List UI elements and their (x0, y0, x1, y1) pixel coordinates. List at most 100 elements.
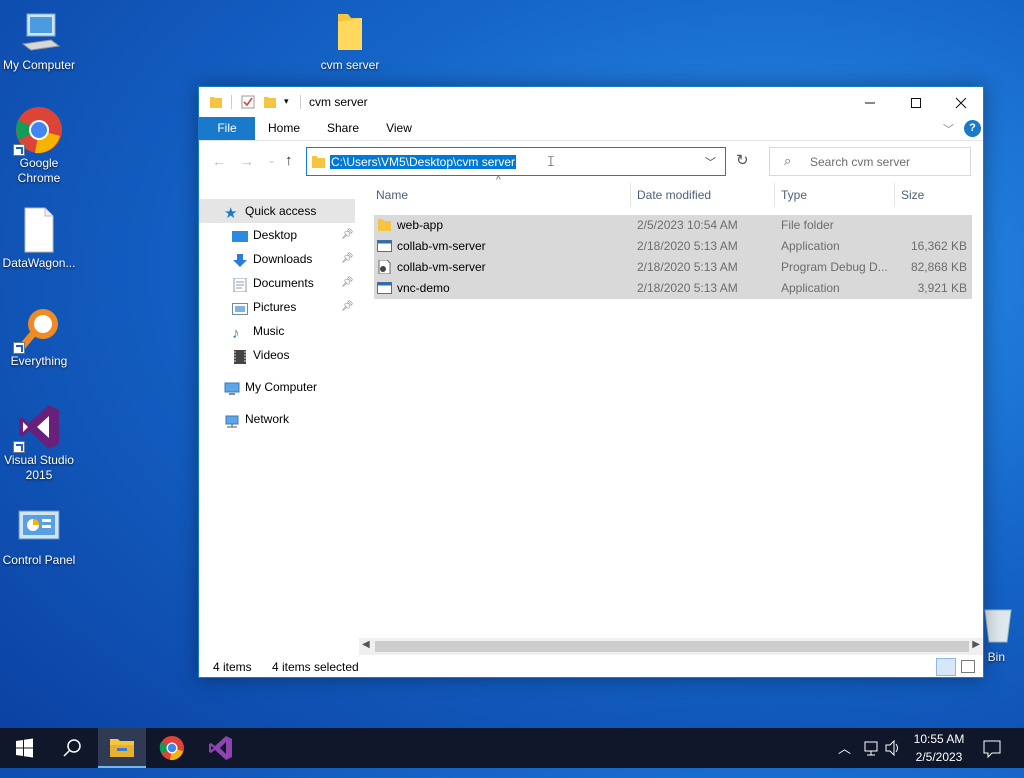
properties-icon[interactable] (241, 95, 255, 112)
download-arrow-icon (232, 252, 248, 267)
network-icon[interactable] (862, 728, 880, 768)
recent-locations-icon[interactable]: ⌄ (268, 155, 276, 166)
up-arrow-icon[interactable]: ↑ (285, 152, 293, 169)
videos-icon (232, 348, 248, 364)
table-row[interactable]: vnc-demo 2/18/2020 5:13 AM Application 3… (374, 278, 972, 299)
large-icons-view-icon[interactable] (961, 660, 975, 673)
column-divider[interactable] (774, 183, 775, 207)
file-date: 2/18/2020 5:13 AM (637, 260, 738, 274)
nav-label: Music (253, 324, 285, 338)
table-row[interactable]: collab-vm-server 2/18/2020 5:13 AM Appli… (374, 236, 972, 257)
nav-label: Network (245, 412, 290, 426)
folder-icon (311, 154, 326, 172)
minimize-button[interactable] (847, 87, 893, 117)
desktop-icon-cvm-server[interactable]: cvm server (311, 8, 389, 73)
maximize-button[interactable] (893, 87, 939, 117)
nav-quick-access[interactable]: ★ Quick access (199, 199, 355, 223)
nav-desktop[interactable]: Desktop 📌︎ (199, 223, 355, 247)
table-row[interactable]: collab-vm-server 2/18/2020 5:13 AM Progr… (374, 257, 972, 278)
desktop-icon-label: cvm server (320, 58, 380, 72)
forward-arrow-icon[interactable]: → (240, 153, 254, 169)
desktop-icon-control-panel[interactable]: Control Panel (0, 503, 78, 568)
star-icon: ★ (224, 205, 238, 222)
file-size: 16,362 KB (910, 239, 967, 253)
help-icon[interactable]: ? (964, 120, 981, 137)
taskbar-file-explorer[interactable] (98, 728, 146, 768)
tab-share[interactable]: Share (319, 117, 367, 140)
nav-label: Videos (253, 348, 290, 362)
pin-icon[interactable]: 📌︎ (341, 223, 354, 247)
network-icon (224, 412, 240, 428)
volume-icon[interactable] (884, 728, 902, 768)
start-button[interactable] (0, 728, 48, 768)
action-center-icon[interactable] (980, 728, 1004, 768)
shortcut-arrow-icon (13, 342, 25, 354)
refresh-icon[interactable]: ↻ (736, 151, 749, 169)
column-header-date[interactable]: Date modified (637, 183, 711, 207)
scrollbar-thumb[interactable] (375, 641, 969, 652)
desktop-icon-everything[interactable]: Everything (0, 304, 78, 369)
new-folder-icon[interactable] (263, 95, 277, 112)
search-box[interactable]: ⌕ Search cvm server (769, 147, 971, 176)
taskbar-visual-studio[interactable] (196, 728, 244, 768)
desktop-icon-google-chrome[interactable]: Google Chrome (0, 106, 78, 186)
expand-ribbon-icon[interactable]: ﹀ (943, 121, 954, 137)
column-divider[interactable] (630, 183, 631, 207)
nav-music[interactable]: ♪ Music (199, 319, 355, 343)
tab-home[interactable]: Home (261, 117, 307, 140)
nav-label: Documents (253, 276, 314, 290)
address-bar[interactable]: C:\Users\VM5\Desktop\cvm server 𝙸 ﹀ (306, 147, 726, 176)
pin-icon[interactable]: 📌︎ (341, 295, 354, 319)
application-icon (377, 281, 392, 302)
desktop-icon-my-computer[interactable]: My Computer (0, 8, 78, 73)
desktop-icon-datawagon[interactable]: DataWagon... (0, 206, 78, 271)
details-view-icon[interactable] (936, 658, 956, 676)
document-icon (15, 206, 63, 254)
everything-search-icon (13, 304, 63, 354)
music-note-icon: ♪ (232, 325, 240, 342)
documents-icon (232, 276, 248, 293)
nav-downloads[interactable]: Downloads 📌︎ (199, 247, 355, 271)
table-row[interactable]: web-app 2/5/2023 10:54 AM File folder (374, 215, 972, 236)
column-header-name[interactable]: Name (376, 183, 408, 207)
tab-file[interactable]: File (199, 117, 255, 140)
column-divider[interactable] (894, 183, 895, 207)
clock-date: 2/5/2023 (915, 750, 963, 764)
search-button[interactable] (48, 728, 96, 768)
back-arrow-icon[interactable]: ← (212, 153, 226, 169)
scroll-right-icon[interactable]: ▶ (972, 639, 980, 650)
title-bar: ▾ cvm server (199, 87, 983, 117)
navigation-pane: ★ Quick access Desktop 📌︎ Downloads 📌︎ D… (199, 195, 359, 655)
column-header-type[interactable]: Type (781, 183, 807, 207)
pin-icon[interactable]: 📌︎ (341, 247, 354, 271)
pin-icon[interactable]: 📌︎ (341, 271, 354, 295)
show-hidden-icons-icon[interactable]: ︿ (838, 738, 851, 778)
scroll-left-icon[interactable]: ◀ (362, 639, 370, 650)
address-dropdown-icon[interactable]: ﹀ (705, 154, 716, 170)
desktop-icon-label: Everything (10, 354, 68, 368)
tab-view[interactable]: View (377, 117, 421, 140)
desktop-icon-label: Google Chrome (17, 156, 61, 185)
column-header-size[interactable]: Size (901, 183, 924, 207)
nav-label: Quick access (245, 204, 317, 218)
nav-network[interactable]: Network (199, 407, 355, 431)
customize-toolbar-icon[interactable]: ▾ (284, 96, 289, 107)
address-text[interactable]: C:\Users\VM5\Desktop\cvm server (330, 155, 517, 169)
taskbar-chrome[interactable] (148, 728, 196, 768)
desktop-icon-label: Control Panel (2, 553, 76, 567)
nav-videos[interactable]: Videos (199, 343, 355, 367)
nav-my-computer[interactable]: My Computer (199, 375, 355, 399)
file-type: Application (781, 239, 840, 253)
desktop-icon-visual-studio[interactable]: Visual Studio 2015 (0, 403, 78, 483)
nav-documents[interactable]: Documents 📌︎ (199, 271, 355, 295)
clock[interactable]: 10:55 AM 2/5/2023 (904, 728, 974, 768)
window-title: cvm server (309, 95, 368, 109)
file-size: 82,868 KB (910, 260, 967, 274)
visual-studio-icon (13, 403, 63, 453)
nav-pictures[interactable]: Pictures 📌︎ (199, 295, 355, 319)
horizontal-scrollbar[interactable]: ◀ ▶ (359, 638, 983, 655)
close-button[interactable] (938, 87, 984, 117)
navigation-bar: ← → ⌄ ↑ C:\Users\VM5\Desktop\cvm server … (199, 141, 983, 181)
file-name: collab-vm-server (397, 239, 486, 253)
nav-label: Downloads (253, 252, 313, 266)
